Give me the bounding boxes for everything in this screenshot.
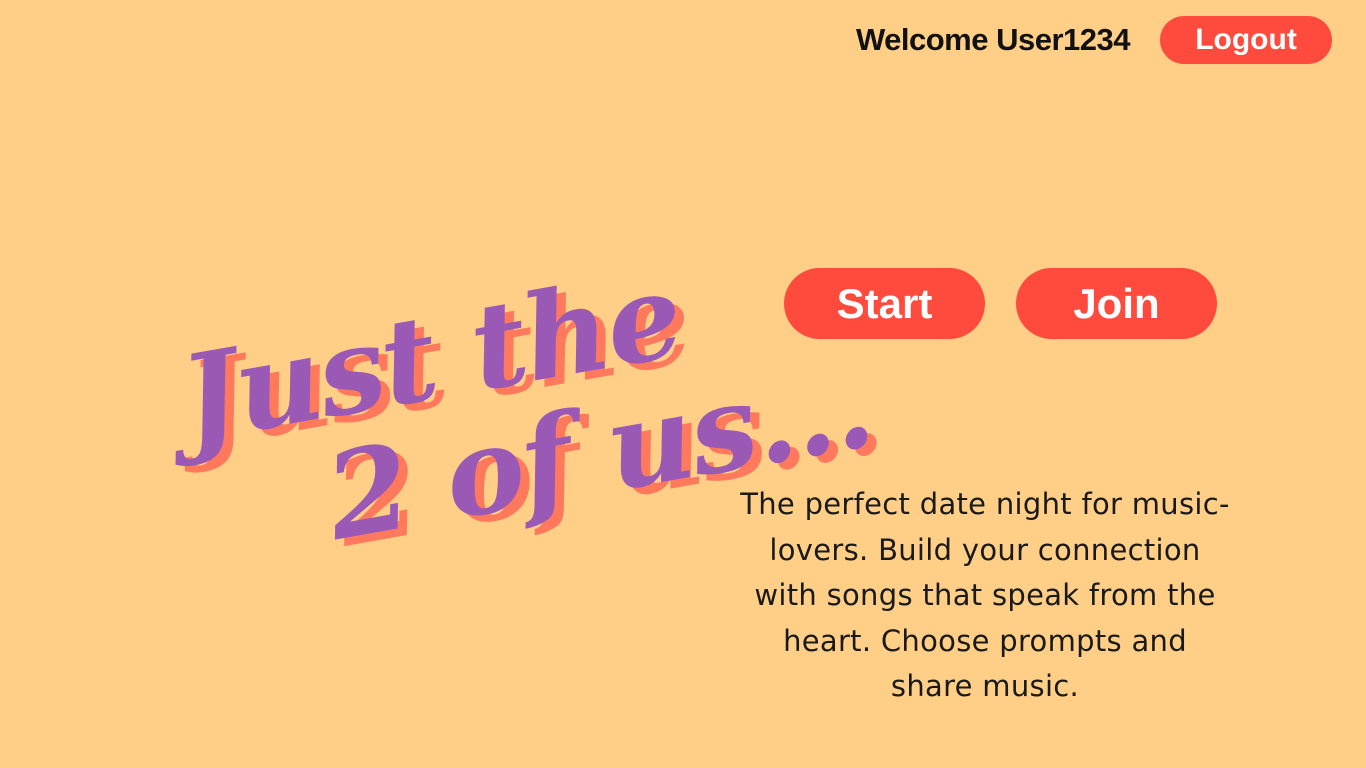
header: Welcome User1234 Logout	[856, 16, 1332, 64]
start-button[interactable]: Start	[784, 268, 985, 339]
welcome-message: Welcome User1234	[855, 22, 1131, 57]
join-button[interactable]: Join	[1016, 268, 1217, 339]
title-line1: Just the	[152, 245, 690, 473]
title-line1-shadow: Just the	[162, 251, 700, 479]
description-text: The perfect date night for music-lovers.…	[740, 487, 1230, 703]
logout-button[interactable]: Logout	[1160, 16, 1332, 64]
action-buttons: Start Join	[784, 268, 1217, 339]
